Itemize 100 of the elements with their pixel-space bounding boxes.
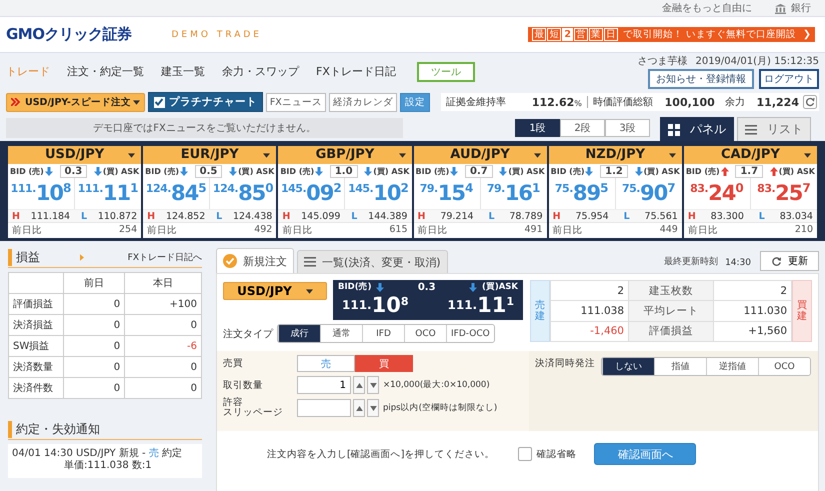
low-value: 78.789: [509, 211, 543, 222]
quantity-field[interactable]: 1: [297, 376, 351, 394]
calendar-button[interactable]: 経済カレンダ: [328, 92, 397, 112]
spread: 1.2: [600, 165, 628, 178]
checkbox-label[interactable]: 確認省略: [536, 448, 576, 460]
datetime: 2019/04/01(月) 15:12:35: [695, 55, 819, 68]
instruction-text: 注文内容を入力し[確認画面へ]を押してください。: [267, 448, 494, 460]
chart-button[interactable]: プラチナチャート: [148, 92, 263, 112]
logout-button[interactable]: ログアウト: [759, 69, 819, 89]
table-cell: 2: [714, 280, 792, 301]
low-label: L: [80, 211, 87, 222]
checkbox[interactable]: [154, 96, 165, 108]
ask-label: (買) ASK: [644, 166, 680, 177]
decrement-button[interactable]: [367, 399, 379, 417]
refresh-button[interactable]: 更新: [760, 251, 819, 271]
diary-link[interactable]: FXトレード日記へ: [128, 251, 202, 264]
spread: 0.7: [465, 165, 493, 178]
caret-icon: [128, 153, 136, 158]
column-header: 前日: [64, 272, 125, 294]
demo-trade-label: DEMO TRADE: [172, 30, 262, 40]
down-arrow-icon: [634, 167, 643, 176]
account-value: 100,100: [664, 96, 715, 108]
table-cell: 0: [64, 378, 125, 398]
pair-selector[interactable]: EUR/JPY: [143, 146, 276, 164]
slippage-field[interactable]: [297, 399, 351, 417]
grid-icon: [668, 124, 680, 136]
row-label: 評価損益: [628, 321, 714, 342]
table-cell: 0: [124, 356, 202, 378]
table-cell: 0: [64, 336, 125, 356]
field-label: 取引数量: [223, 378, 264, 392]
change-label: 前日比: [688, 224, 718, 237]
quantity-note: ×10,000(最大:0×10,000): [383, 379, 490, 391]
notice-button[interactable]: お知らせ・登録情報: [648, 69, 754, 89]
pair-select[interactable]: USD/JPY: [223, 282, 327, 300]
section-title: 約定・失効通知: [8, 421, 100, 438]
down-triangle-icon: [370, 382, 376, 388]
nav-tab[interactable]: FXトレード日記: [316, 64, 396, 79]
order-type-option[interactable]: 成行: [278, 325, 320, 342]
speed-order-button[interactable]: USD/JPY-スピード注文: [6, 92, 145, 112]
order-type-option[interactable]: IFD-OCO: [446, 325, 494, 342]
field-label: 許容 スリッページ: [223, 398, 284, 418]
view-tab[interactable]: リスト: [737, 117, 811, 141]
pair-selector[interactable]: NZD/JPY: [548, 146, 682, 164]
change-value: 491: [524, 224, 543, 237]
nav-tab[interactable]: 建玉一覧: [161, 64, 205, 79]
pair-selector[interactable]: USD/JPY: [8, 146, 142, 164]
checkbox[interactable]: [518, 447, 532, 461]
down-arrow-icon: [364, 167, 372, 176]
table-cell: 0: [64, 314, 125, 336]
table-cell: 111.030: [714, 300, 792, 322]
list-icon: [304, 256, 316, 268]
row-count-tab[interactable]: 1段: [515, 119, 560, 137]
table-cell: 0: [124, 378, 202, 398]
last-updated-time: 14:30: [725, 258, 751, 268]
list-icon: [745, 124, 757, 136]
row-label: 平均レート: [628, 300, 714, 322]
increment-button[interactable]: [353, 376, 365, 394]
settlement-option[interactable]: 指値: [654, 358, 706, 375]
bank-link[interactable]: 銀行: [791, 1, 811, 15]
settlement-option[interactable]: OCO: [758, 358, 810, 375]
notification-detail: 単価:111.038 数:1: [63, 460, 153, 472]
spread: 1.7: [735, 165, 764, 178]
pair-selector[interactable]: GBP/JPY: [278, 146, 412, 164]
table-cell: -6: [124, 336, 202, 356]
high-value: 79.214: [440, 211, 474, 222]
account-label: 余力: [724, 96, 745, 109]
nav-tab[interactable]: 余力・スワップ: [222, 64, 299, 79]
bid-label: BID (売): [280, 166, 314, 177]
order-tab[interactable]: 一覧(決済、変更・取消): [297, 250, 448, 273]
row-count-tab[interactable]: 2段: [560, 119, 605, 137]
caret-icon: [668, 153, 676, 158]
low-label: L: [758, 211, 765, 222]
account-value: 11,224: [756, 96, 799, 108]
refresh-icon: [771, 256, 782, 266]
increment-button[interactable]: [353, 399, 365, 417]
order-tab[interactable]: 新規注文: [216, 248, 294, 273]
row-label: 決済数量: [8, 356, 64, 378]
refresh-icon[interactable]: [802, 95, 817, 109]
nav-tab[interactable]: 注文・約定一覧: [67, 64, 144, 79]
low-label: L: [488, 211, 495, 222]
account-label: 時価評価総額: [592, 96, 653, 109]
side-option[interactable]: 買: [355, 355, 413, 372]
low-value: 75.561: [644, 211, 678, 222]
settlement-option[interactable]: しない: [602, 358, 654, 375]
pair-selector[interactable]: CAD/JPY: [684, 146, 817, 164]
spread: 0.5: [194, 165, 222, 178]
decrement-button[interactable]: [367, 376, 379, 394]
low-label: L: [216, 211, 222, 222]
settlement-option[interactable]: 逆指値: [706, 358, 758, 375]
last-updated-label: 最終更新時刻: [664, 256, 718, 268]
view-tab[interactable]: パネル: [660, 117, 734, 141]
spread: 1.0: [330, 165, 358, 178]
ask-label: (買) ASK: [102, 166, 140, 177]
news-button[interactable]: FXニュース: [266, 92, 326, 112]
row-count-tab[interactable]: 3段: [605, 119, 650, 137]
change-value: 449: [660, 224, 678, 237]
down-arrow-icon: [94, 167, 102, 176]
pair-selector[interactable]: AUD/JPY: [414, 146, 547, 164]
buy-position-label: 買建: [792, 280, 812, 342]
high-label: H: [12, 211, 20, 222]
